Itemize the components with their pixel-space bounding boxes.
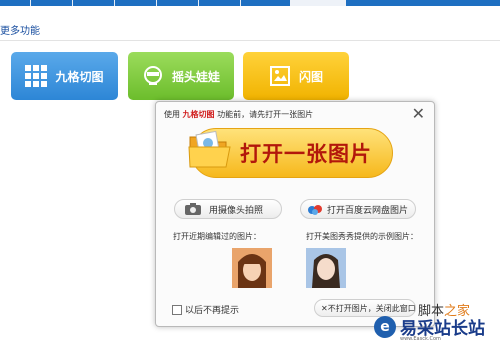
flash-image-label: 闪图 [298,69,323,84]
flash-image-button[interactable]: 闪图 [243,52,349,100]
no-prompt-label: 以后不再提示 [185,306,240,316]
camera-icon [185,203,201,215]
close-without-image-label: 不打开图片，关闭此窗口 [327,303,416,313]
top-tab-strip [0,0,500,6]
bobblehead-label: 摇头娃娃 [171,69,220,84]
baidu-cloud-label: 打开百度云网盘图片 [327,205,409,216]
close-x-icon: ✕ [321,303,328,313]
camera-button[interactable]: 用摄像头拍照 [174,199,282,219]
flash-image-icon [269,65,291,87]
close-icon[interactable]: ✕ [412,104,425,123]
open-image-dialog: 使用 九格切图 功能前，请先打开一张图片 ✕ 打开一张图片 用摄像头拍照 打开百… [155,101,435,327]
open-image-button[interactable]: 打开一张图片 [188,128,393,178]
baidu-cloud-icon [308,205,322,215]
easck-url: www.Easck.Com [400,336,441,342]
section-title: 更多功能 [0,26,40,37]
watermark-easck: e 易采站长站 www.Easck.Com [374,314,500,346]
section-divider [0,40,500,41]
recent-image-thumbnail[interactable] [232,248,272,288]
grid-icon [25,65,48,87]
nine-grid-label: 九格切图 [55,69,104,84]
nine-grid-button[interactable]: 九格切图 [11,52,118,100]
sample-images-label: 打开美图秀秀提供的示例图片： [306,232,418,241]
sample-image-thumbnail[interactable] [306,248,346,288]
bobblehead-button[interactable]: 摇头娃娃 [128,52,234,100]
camera-label: 用摄像头拍照 [209,205,264,216]
checkbox-box[interactable] [172,304,182,315]
feature-name-highlight: 九格切图 [182,110,215,119]
folder-icon [188,130,231,168]
recent-images-label: 打开近期编辑过的图片： [173,232,261,241]
dialog-prompt: 使用 九格切图 功能前，请先打开一张图片 [164,110,314,119]
easck-logo-icon: e [374,316,396,338]
open-image-label: 打开一张图片 [240,142,372,166]
no-prompt-checkbox[interactable]: 以后不再提示 [172,303,239,316]
baidu-cloud-button[interactable]: 打开百度云网盘图片 [300,199,416,219]
top-tab-active[interactable] [290,0,346,6]
bobblehead-icon [142,65,164,87]
